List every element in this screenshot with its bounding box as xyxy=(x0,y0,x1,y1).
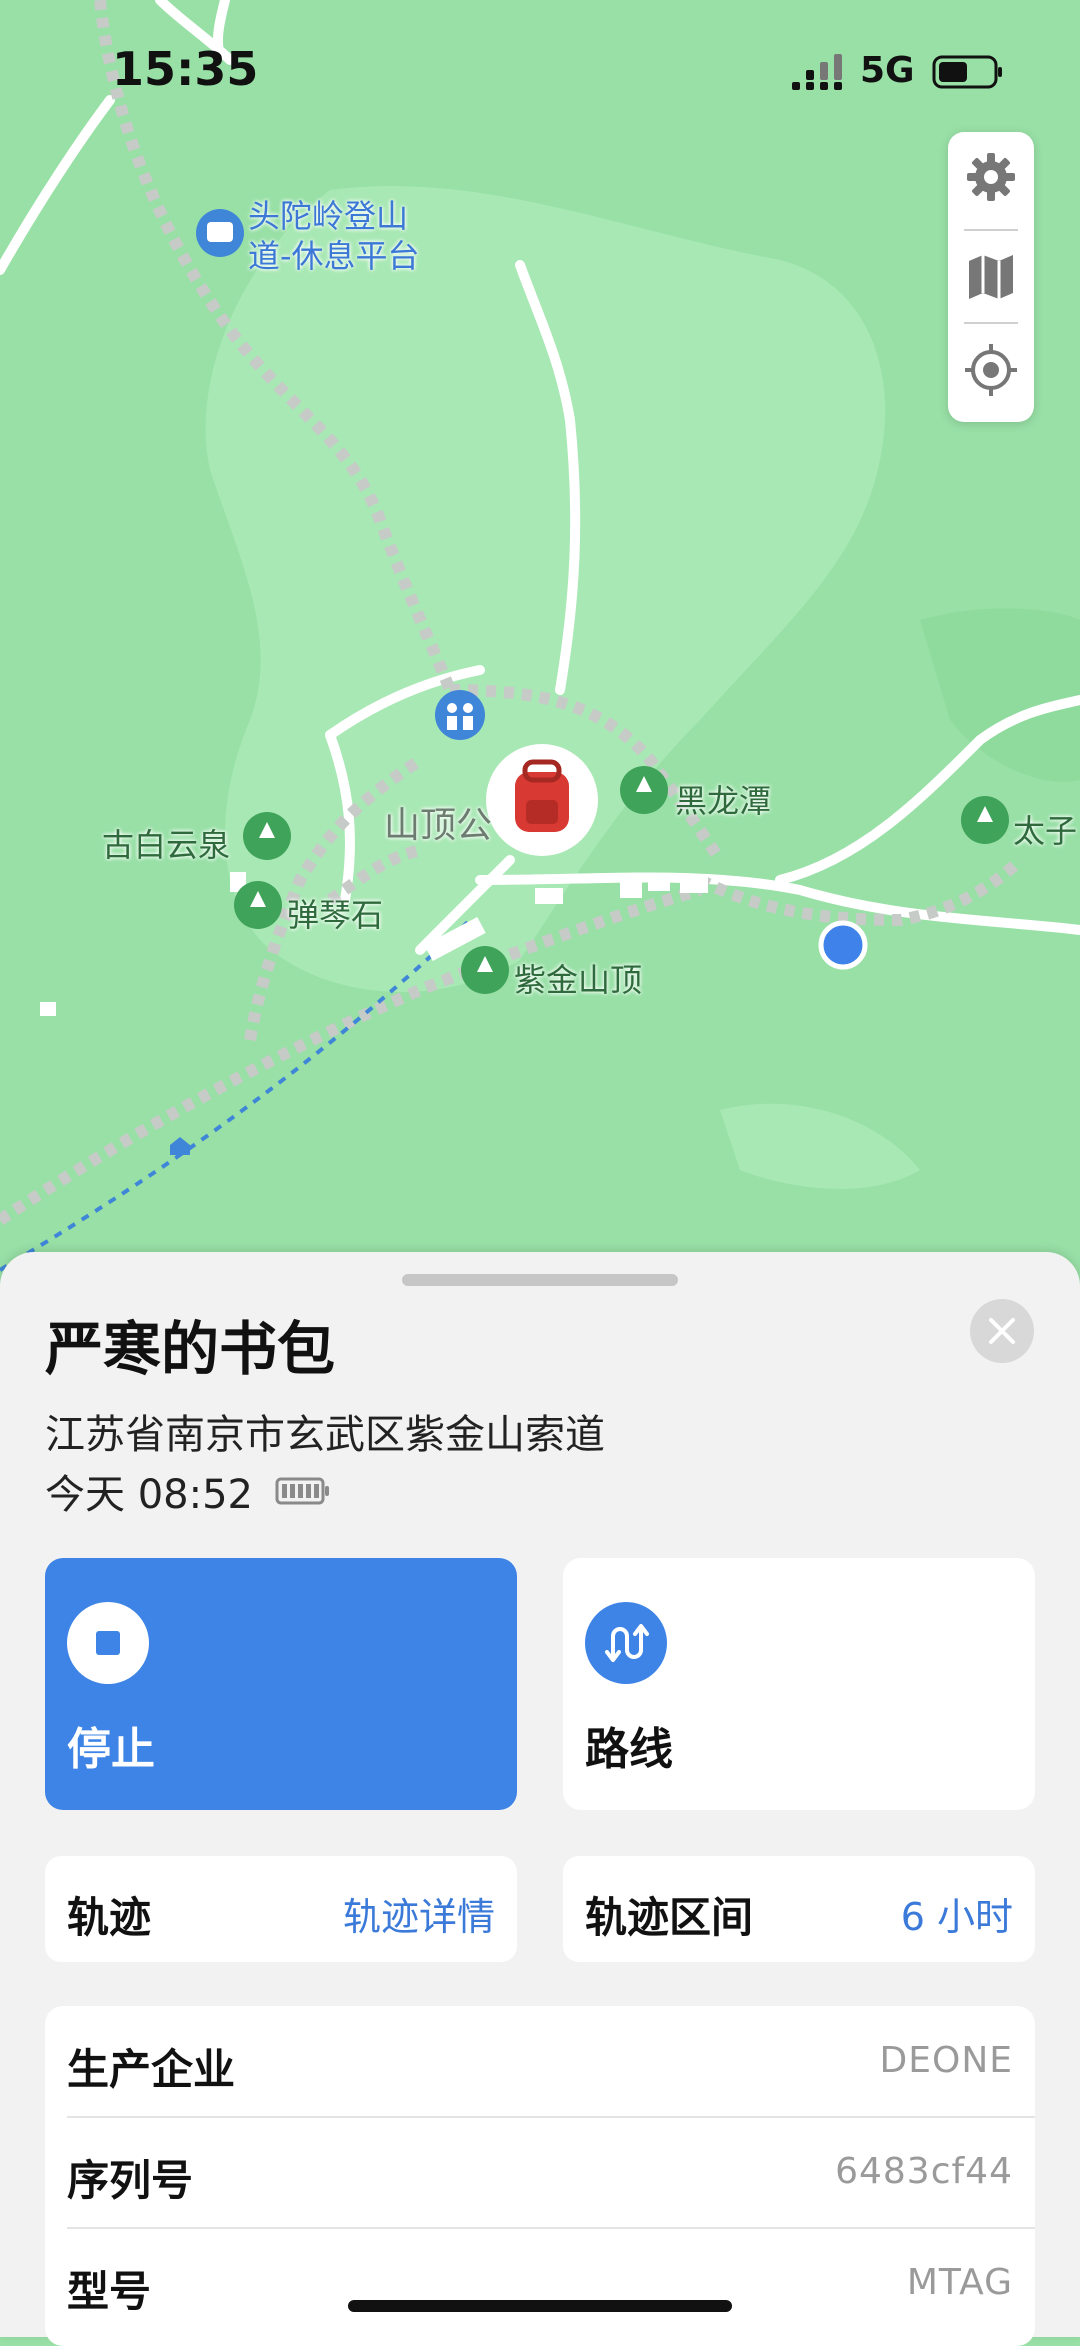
info-row-model: 型号 MTAG xyxy=(67,2228,1013,2338)
route-button[interactable]: 路线 xyxy=(563,1558,1035,1810)
track-range-value[interactable]: 6 小时 xyxy=(901,1886,1013,1941)
last-seen-row: 今天 08:52 xyxy=(45,1462,331,1520)
settings-button[interactable] xyxy=(948,132,1034,222)
map-icon xyxy=(969,255,1013,299)
gear-icon xyxy=(967,153,1015,201)
item-title: 严寒的书包 xyxy=(45,1315,336,1383)
serial-value: 6483cf44 xyxy=(835,2151,1013,2192)
manufacturer-value: DEONE xyxy=(879,2040,1013,2081)
signal-icon xyxy=(792,54,842,90)
home-indicator[interactable] xyxy=(348,2300,732,2312)
network-type: 5G xyxy=(860,50,915,91)
info-row-manufacturer: 生产企业 DEONE xyxy=(67,2006,1013,2116)
poi-tanqinshi-label[interactable]: 弹琴石 xyxy=(287,890,383,936)
track-row[interactable]: 轨迹 轨迹详情 xyxy=(45,1856,517,1962)
map-mode-button[interactable] xyxy=(948,232,1034,322)
battery-level-icon xyxy=(275,1477,329,1505)
close-button[interactable] xyxy=(970,1299,1034,1363)
map-control-panel xyxy=(948,132,1034,422)
status-bar: 15:35 5G xyxy=(0,0,1080,140)
track-range-label: 轨迹区间 xyxy=(585,1893,754,1942)
status-time: 15:35 xyxy=(112,42,259,96)
poi-heilongtan-label[interactable]: 黑龙潭 xyxy=(675,776,771,822)
last-seen-time: 今天 08:52 xyxy=(45,1472,253,1518)
close-icon xyxy=(989,1318,1015,1344)
track-label: 轨迹 xyxy=(67,1893,152,1942)
manufacturer-label: 生产企业 xyxy=(67,2045,236,2094)
poi-gubaiyunquan-label[interactable]: 古白云泉 xyxy=(102,820,230,866)
serial-label: 序列号 xyxy=(67,2156,194,2205)
locate-button[interactable] xyxy=(948,325,1034,415)
model-value: MTAG xyxy=(906,2262,1013,2303)
device-info-list: 生产企业 DEONE 序列号 6483cf44 型号 MTAG xyxy=(45,2006,1035,2346)
poi-rest-platform-line1: 头陀岭登山 xyxy=(248,197,409,235)
poi-rest-platform-label[interactable]: 头陀岭登山 道-休息平台 xyxy=(248,196,420,276)
track-detail-link[interactable]: 轨迹详情 xyxy=(343,1886,495,1941)
battery-icon xyxy=(932,55,1002,89)
route-icon xyxy=(585,1602,667,1684)
stop-label: 停止 xyxy=(67,1724,155,1775)
track-range-row[interactable]: 轨迹区间 6 小时 xyxy=(563,1856,1035,1962)
info-row-serial: 序列号 6483cf44 xyxy=(67,2117,1013,2227)
item-detail-sheet: 严寒的书包 江苏省南京市玄武区紫金山索道 今天 08:52 停止 路线 轨迹 轨… xyxy=(0,1252,1080,2346)
stop-icon xyxy=(67,1602,149,1684)
poi-taizi-label[interactable]: 太子 xyxy=(1013,806,1077,852)
model-label: 型号 xyxy=(67,2267,152,2316)
location-target-icon xyxy=(965,344,1017,396)
map-view[interactable] xyxy=(0,0,1080,1300)
item-address: 江苏省南京市玄武区紫金山索道 xyxy=(45,1412,605,1458)
sheet-grabber[interactable] xyxy=(402,1274,678,1286)
stop-button[interactable]: 停止 xyxy=(45,1558,517,1810)
poi-zijinshanding-label[interactable]: 紫金山顶 xyxy=(514,955,642,1001)
poi-rest-platform-line2: 道-休息平台 xyxy=(248,237,420,275)
route-label: 路线 xyxy=(585,1724,673,1775)
poi-shanding-label: 山顶公 xyxy=(384,805,493,846)
